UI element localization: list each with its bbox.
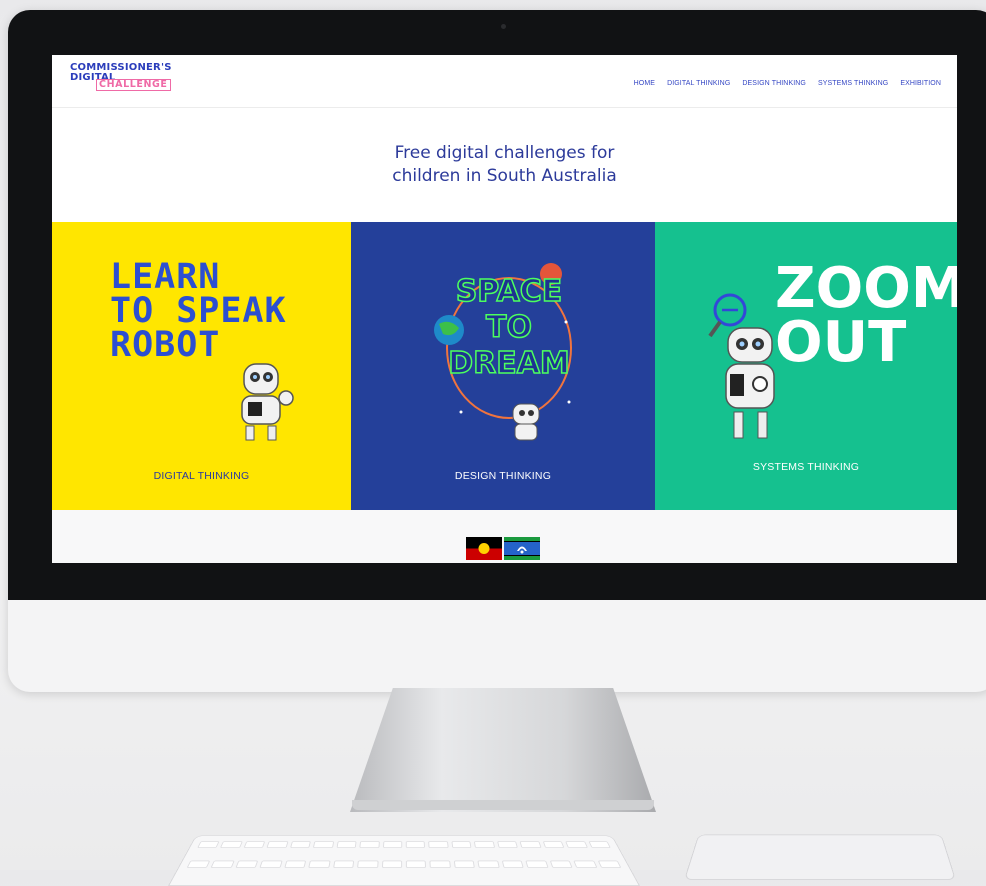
torres-strait-islander-flag-icon bbox=[504, 537, 540, 560]
tile-label[interactable]: SYSTEMS THINKING bbox=[655, 461, 957, 473]
tile-art-text: LEARN TO SPEAK ROBOT bbox=[110, 257, 287, 365]
logo-text-challenge: CHALLENGE bbox=[96, 79, 171, 91]
nav-home[interactable]: HOME bbox=[634, 80, 655, 87]
main-nav: HOME DIGITAL THINKING DESIGN THINKING SY… bbox=[634, 80, 941, 87]
hero-title: Free digital challenges for children in … bbox=[392, 143, 617, 186]
flags bbox=[466, 537, 540, 560]
tile-art-text: SPACE TO DREAM bbox=[447, 273, 570, 382]
challenge-tiles: LEARN TO SPEAK ROBOT DIGITAL THINKING SP… bbox=[52, 222, 957, 510]
aboriginal-flag-icon bbox=[466, 537, 502, 560]
logo-text-line2: DIGITAL CHALLENGE bbox=[70, 73, 172, 91]
nav-exhibition[interactable]: EXHIBITION bbox=[900, 80, 941, 87]
robot-icon bbox=[241, 363, 294, 441]
tile-design-thinking[interactable]: SPACE TO DREAM DESIGN THINKING bbox=[351, 222, 655, 510]
nav-systems-thinking[interactable]: SYSTEMS THINKING bbox=[818, 80, 888, 87]
keyboard bbox=[168, 835, 640, 886]
tile-digital-thinking[interactable]: LEARN TO SPEAK ROBOT DIGITAL THINKING bbox=[52, 222, 351, 510]
monitor-stand-foot bbox=[352, 800, 654, 810]
nav-digital-thinking[interactable]: DIGITAL THINKING bbox=[667, 80, 730, 87]
trackpad bbox=[684, 834, 956, 880]
tile-label[interactable]: DIGITAL THINKING bbox=[52, 470, 351, 482]
site-logo[interactable]: COMMISSIONER'S DIGITAL CHALLENGE bbox=[70, 63, 172, 91]
nav-design-thinking[interactable]: DESIGN THINKING bbox=[742, 80, 806, 87]
monitor-stand bbox=[350, 688, 656, 812]
website-screen: COMMISSIONER'S DIGITAL CHALLENGE HOME DI… bbox=[52, 55, 957, 563]
site-header: COMMISSIONER'S DIGITAL CHALLENGE HOME DI… bbox=[52, 55, 957, 108]
camera-icon bbox=[501, 24, 506, 29]
tile-label[interactable]: DESIGN THINKING bbox=[351, 470, 655, 482]
tile-systems-thinking[interactable]: ZOOM OUT SYSTEMS THINKING bbox=[655, 222, 957, 510]
tile-art-text: ZOOM OUT bbox=[775, 256, 957, 375]
